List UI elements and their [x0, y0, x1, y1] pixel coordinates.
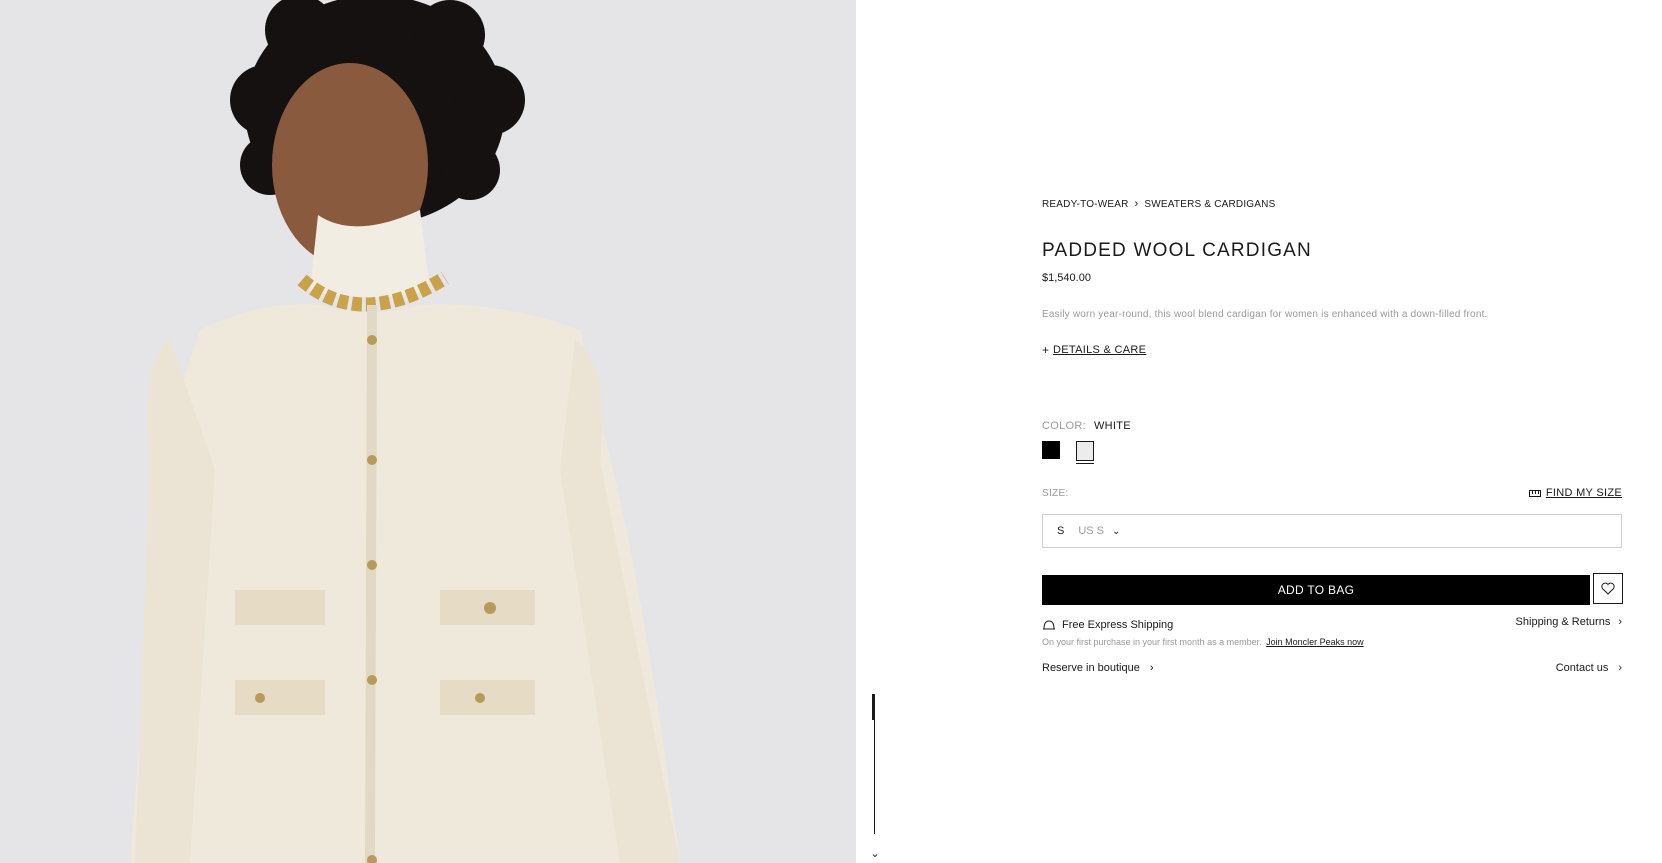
- color-selected-value: WHITE: [1093, 420, 1131, 432]
- product-price: $1,540.00: [1042, 272, 1091, 284]
- product-details-panel: READY-TO-WEAR › SWEATERS & CARDIGANS PAD…: [1042, 0, 1623, 863]
- wishlist-button[interactable]: [1593, 573, 1623, 604]
- reserve-in-boutique-label: Reserve in boutique: [1042, 662, 1140, 674]
- breadcrumb-item-sweaters-cardigans[interactable]: SWEATERS & CARDIGANS: [1144, 199, 1275, 210]
- contact-us-link[interactable]: Contact us ›: [1556, 662, 1622, 674]
- add-to-bag-button[interactable]: ADD TO BAG: [1042, 575, 1590, 605]
- color-label: COLOR:: [1042, 420, 1086, 432]
- product-image[interactable]: [0, 0, 856, 863]
- shipping-returns-label: Shipping & Returns: [1515, 616, 1611, 628]
- member-offer-description: On your first purchase in your first mon…: [1042, 637, 1262, 647]
- reserve-in-boutique-link[interactable]: Reserve in boutique ›: [1042, 662, 1154, 674]
- size-dropdown[interactable]: S US S ⌄: [1042, 514, 1622, 548]
- chevron-right-icon: ›: [1618, 662, 1622, 674]
- find-my-size-link[interactable]: FIND MY SIZE: [1528, 487, 1622, 499]
- size-label: SIZE:: [1042, 488, 1069, 499]
- color-swatch-black[interactable]: [1042, 441, 1060, 459]
- ruler-icon: [1528, 489, 1541, 497]
- breadcrumb: READY-TO-WEAR › SWEATERS & CARDIGANS: [1042, 198, 1275, 210]
- size-us-value: US S: [1078, 525, 1105, 537]
- double-chevron-down-icon[interactable]: ⌄: [868, 848, 882, 860]
- join-moncler-peaks-link[interactable]: Join Moncler Peaks now: [1266, 637, 1364, 647]
- chevron-down-icon: ⌄: [1112, 525, 1121, 537]
- chevron-right-icon: ›: [1134, 198, 1139, 210]
- breadcrumb-item-ready-to-wear[interactable]: READY-TO-WEAR: [1042, 199, 1129, 210]
- color-selector-label: COLOR: WHITE: [1042, 420, 1131, 432]
- chevron-right-icon: ›: [1149, 662, 1154, 674]
- free-shipping-info: Free Express Shipping: [1042, 618, 1173, 632]
- color-swatch-white[interactable]: [1076, 441, 1094, 464]
- color-swatches: [1042, 441, 1094, 464]
- details-care-toggle[interactable]: + DETAILS & CARE: [1042, 343, 1146, 357]
- shipping-returns-link[interactable]: Shipping & Returns ›: [1516, 616, 1622, 628]
- gallery-scroll-thumb[interactable]: [872, 694, 875, 720]
- details-care-label: DETAILS & CARE: [1053, 344, 1147, 356]
- size-selected-value: S: [1057, 525, 1065, 537]
- free-express-shipping-text: Free Express Shipping: [1062, 619, 1174, 631]
- find-my-size-label: FIND MY SIZE: [1545, 487, 1622, 499]
- plus-icon: +: [1042, 343, 1050, 357]
- member-offer-text: On your first purchase in your first mon…: [1042, 637, 1364, 647]
- moncler-bell-icon: [1043, 620, 1055, 630]
- model-illustration: [0, 0, 856, 863]
- product-title: PADDED WOOL CARDIGAN: [1042, 240, 1312, 261]
- chevron-right-icon: ›: [1618, 616, 1622, 628]
- heart-icon: [1601, 582, 1615, 595]
- product-description: Easily worn year-round, this wool blend …: [1042, 309, 1488, 320]
- contact-us-label: Contact us: [1555, 662, 1609, 674]
